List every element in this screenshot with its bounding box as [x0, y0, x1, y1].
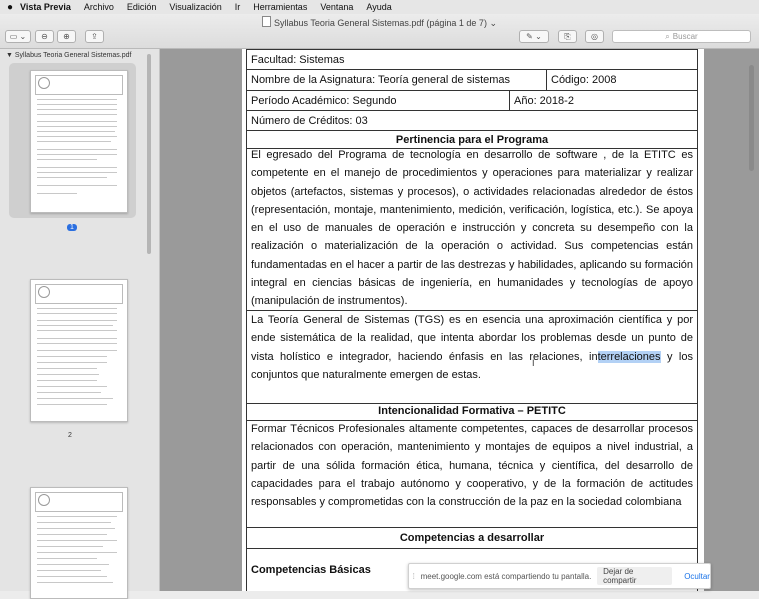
asignatura-cell: Nombre de la Asignatura: Teoría general … — [251, 74, 511, 86]
tgs-paragraph: La Teoría General de Sistemas (TGS) es e… — [246, 311, 698, 404]
creditos-cell: Número de Créditos: 03 — [251, 114, 368, 127]
drag-handle-icon[interactable]: ⁞ — [409, 572, 419, 581]
facultad-cell: Facultad: Sistemas — [251, 53, 345, 66]
sidebar-document-title[interactable]: ▼ Syllabus Teoria General Sistemas.pdf — [6, 52, 132, 59]
screen-share-bar: ⁞ meet.google.com está compartiendo tu p… — [408, 563, 711, 589]
pdf-page: Facultad: Sistemas Nombre de la Asignatu… — [242, 49, 704, 591]
disclosure-triangle-icon[interactable]: ▼ — [6, 52, 13, 59]
page-number-2: 2 — [68, 432, 72, 439]
page-thumbnail-2[interactable] — [30, 279, 128, 422]
menu-bar: ● Vista Previa Archivo Edición Visualiza… — [0, 0, 759, 14]
pdf-document-icon — [261, 16, 271, 27]
sidebar-document-name: Syllabus Teoria General Sistemas.pdf — [14, 52, 132, 59]
menu-ayuda[interactable]: Ayuda — [366, 2, 391, 12]
page-thumbnail-1[interactable] — [30, 70, 128, 213]
document-scrollbar[interactable] — [749, 65, 754, 171]
periodo-cell: Período Académico: Segundo — [251, 94, 397, 107]
thumbnail-sidebar: ▼ Syllabus Teoria General Sistemas.pdf 1 — [0, 49, 160, 599]
table-row: Facultad: Sistemas — [246, 49, 698, 70]
markup-pen-button[interactable]: ✎ ⌄ — [519, 30, 549, 43]
menu-ir[interactable]: Ir — [235, 2, 241, 12]
section-heading: Competencias a desarrollar — [399, 532, 545, 544]
menu-archivo[interactable]: Archivo — [84, 2, 114, 12]
intencionalidad-text: Formar Técnicos Profesionales altamente … — [251, 423, 693, 509]
rotate-button[interactable]: ⎘ — [558, 30, 577, 43]
section-heading: Intencionalidad Formativa – PETITC — [378, 404, 566, 417]
window-title: Syllabus Teoria General Sistemas.pdf (pá… — [0, 16, 759, 29]
table-row: Competencias a desarrollar — [246, 528, 698, 549]
share-button[interactable]: ⇪ — [85, 30, 104, 43]
stop-sharing-button[interactable]: Dejar de compartir — [597, 567, 673, 585]
codigo-cell: Código: 2008 — [546, 70, 616, 90]
pertinencia-text: El egresado del Programa de tecnología e… — [251, 149, 693, 308]
menu-visualizacion[interactable]: Visualización — [169, 2, 221, 12]
annotate-button[interactable]: ◎ — [585, 30, 604, 43]
window-title-text: Syllabus Teoria General Sistemas.pdf (pá… — [273, 18, 487, 28]
menu-app-name[interactable]: Vista Previa — [20, 2, 71, 12]
page-thumbnail-3[interactable] — [30, 487, 128, 599]
document-view: Facultad: Sistemas Nombre de la Asignatu… — [160, 49, 759, 591]
sidebar-scrollbar[interactable] — [147, 54, 151, 254]
table-row: Intencionalidad Formativa – PETITC — [246, 401, 698, 421]
selected-text[interactable]: terrelaciones — [597, 350, 661, 363]
intencionalidad-paragraph: Formar Técnicos Profesionales altamente … — [246, 420, 698, 528]
share-message: meet.google.com está compartiendo tu pan… — [420, 571, 592, 581]
anio-cell: Año: 2018-2 — [509, 91, 574, 110]
search-field[interactable]: ⌕ Buscar — [612, 30, 751, 43]
sidebar-toggle-button[interactable]: ▭ ⌄ — [5, 30, 31, 43]
menu-ventana[interactable]: Ventana — [320, 2, 353, 12]
table-row: Nombre de la Asignatura: Teoría general … — [246, 70, 698, 91]
text-cursor-icon: I — [532, 358, 535, 368]
chevron-down-icon[interactable]: ⌄ — [489, 18, 497, 28]
pertinencia-paragraph: El egresado del Programa de tecnología e… — [246, 146, 698, 311]
table-row: Número de Créditos: 03 — [246, 111, 698, 131]
zoom-out-button[interactable]: ⊖ — [35, 30, 54, 43]
logo-icon — [38, 286, 50, 298]
window-toolbar: Syllabus Teoria General Sistemas.pdf (pá… — [0, 14, 759, 49]
hide-button[interactable]: Ocultar — [684, 572, 710, 581]
menu-herramientas[interactable]: Herramientas — [253, 2, 307, 12]
logo-icon — [38, 77, 50, 89]
page-number-1: 1 — [67, 224, 77, 231]
zoom-in-button[interactable]: ⊕ — [57, 30, 76, 43]
logo-icon — [38, 494, 50, 506]
search-placeholder: Buscar — [672, 32, 698, 41]
search-icon: ⌕ — [665, 31, 670, 41]
menu-edicion[interactable]: Edición — [127, 2, 157, 12]
table-row: Período Académico: Segundo Año: 2018-2 — [246, 91, 698, 111]
apple-menu-icon[interactable]: ● — [0, 2, 20, 13]
